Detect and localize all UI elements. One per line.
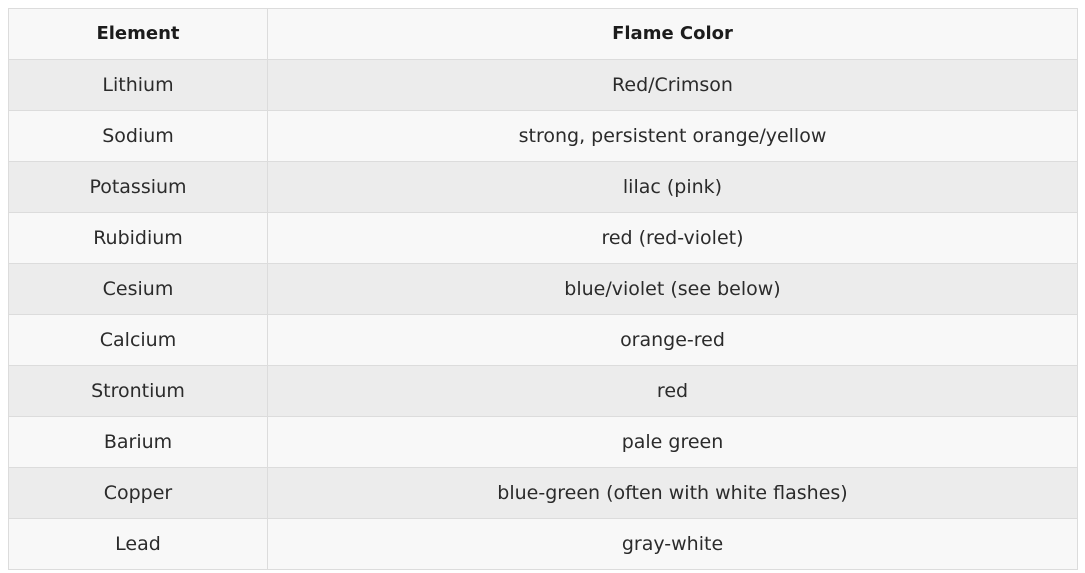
flame-color-cell: Red/Crimson [267,59,1078,111]
flame-color-cell: red (red-violet) [267,212,1078,264]
element-cell: Rubidium [8,212,268,264]
table-row: Lithium Red/Crimson [8,59,1078,111]
table-row: Barium pale green [8,416,1078,468]
table-row: Rubidium red (red-violet) [8,212,1078,264]
table-row: Sodium strong, persistent orange/yellow [8,110,1078,162]
table-row: Cesium blue/violet (see below) [8,263,1078,315]
element-cell: Sodium [8,110,268,162]
flame-color-cell: pale green [267,416,1078,468]
flame-color-cell: red [267,365,1078,417]
element-cell: Calcium [8,314,268,366]
column-header-element: Element [8,8,268,60]
table-row: Strontium red [8,365,1078,417]
flame-color-table: Element Flame Color Lithium Red/Crimson … [8,8,1078,570]
flame-color-cell: gray-white [267,518,1078,570]
element-cell: Strontium [8,365,268,417]
element-cell: Cesium [8,263,268,315]
flame-color-cell: blue-green (often with white flashes) [267,467,1078,519]
element-cell: Lead [8,518,268,570]
table-row: Potassium lilac (pink) [8,161,1078,213]
table-row: Copper blue-green (often with white flas… [8,467,1078,519]
table-row: Lead gray-white [8,518,1078,570]
flame-color-table-container: Element Flame Color Lithium Red/Crimson … [8,8,1078,570]
table-header-row: Element Flame Color [8,8,1078,60]
element-cell: Lithium [8,59,268,111]
element-cell: Potassium [8,161,268,213]
element-cell: Barium [8,416,268,468]
flame-color-cell: lilac (pink) [267,161,1078,213]
flame-color-cell: strong, persistent orange/yellow [267,110,1078,162]
flame-color-cell: blue/violet (see below) [267,263,1078,315]
element-cell: Copper [8,467,268,519]
table-row: Calcium orange-red [8,314,1078,366]
column-header-flame-color: Flame Color [267,8,1078,60]
flame-color-cell: orange-red [267,314,1078,366]
